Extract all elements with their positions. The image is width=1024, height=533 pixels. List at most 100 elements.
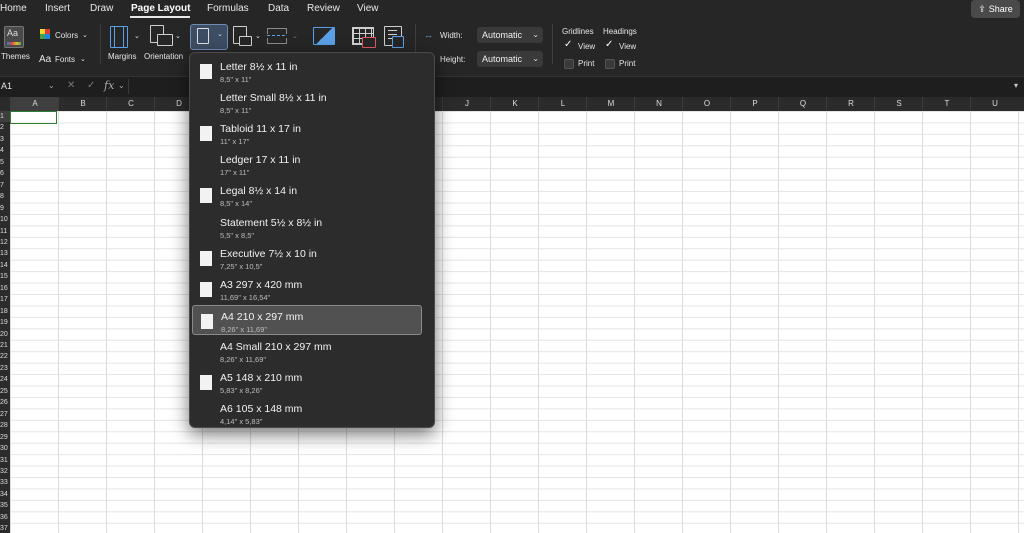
row-header-33[interactable]: 33 bbox=[0, 477, 10, 488]
row-header-13[interactable]: 13 bbox=[0, 248, 10, 259]
row-header-1[interactable]: 1 bbox=[0, 111, 10, 122]
expand-formula-bar-icon[interactable]: ▾ bbox=[1014, 81, 1018, 90]
column-header-u[interactable]: U bbox=[970, 97, 1019, 111]
row-header-9[interactable]: 9 bbox=[0, 203, 10, 214]
column-header-s[interactable]: S bbox=[874, 97, 923, 111]
tab-formulas[interactable]: Formulas bbox=[207, 3, 249, 14]
fonts-icon[interactable]: Aa bbox=[39, 54, 51, 65]
chevron-down-icon[interactable]: ⌄ bbox=[82, 31, 88, 39]
row-header-29[interactable]: 29 bbox=[0, 432, 10, 443]
column-header-c[interactable]: C bbox=[106, 97, 155, 111]
chevron-down-icon[interactable]: ⌄ bbox=[134, 32, 140, 40]
headings-view-checkbox[interactable]: ✓ bbox=[605, 39, 613, 50]
chevron-down-icon[interactable]: ⌄ bbox=[48, 81, 55, 90]
orientation-label[interactable]: Orientation bbox=[144, 52, 183, 61]
select-all-corner[interactable] bbox=[0, 97, 10, 111]
paper-size-option[interactable]: A4 210 x 297 mm 8,26" x 11,69" bbox=[192, 304, 422, 335]
tab-insert[interactable]: Insert bbox=[45, 3, 70, 14]
paper-size-option[interactable]: Letter Small 8½ x 11 in 8,5" x 11" bbox=[192, 87, 422, 117]
row-header-32[interactable]: 32 bbox=[0, 466, 10, 477]
height-select[interactable]: Automatic ⌄ bbox=[477, 51, 543, 67]
row-header-23[interactable]: 23 bbox=[0, 363, 10, 374]
row-header-28[interactable]: 28 bbox=[0, 420, 10, 431]
row-header-21[interactable]: 21 bbox=[0, 340, 10, 351]
row-header-2[interactable]: 2 bbox=[0, 122, 10, 133]
breaks-icon[interactable] bbox=[267, 28, 287, 44]
headings-print-checkbox[interactable] bbox=[605, 59, 615, 69]
fonts-label[interactable]: Fonts bbox=[55, 55, 75, 64]
insert-function-icon[interactable]: fx bbox=[104, 79, 114, 92]
row-header-37[interactable]: 37 bbox=[0, 523, 10, 533]
row-header-30[interactable]: 30 bbox=[0, 443, 10, 454]
row-header-11[interactable]: 11 bbox=[0, 226, 10, 237]
row-header-34[interactable]: 34 bbox=[0, 489, 10, 500]
column-header-k[interactable]: K bbox=[490, 97, 539, 111]
paper-size-option[interactable]: A4 Small 210 x 297 mm 8,26" x 11,69" bbox=[192, 336, 422, 366]
row-header-14[interactable]: 14 bbox=[0, 260, 10, 271]
row-header-22[interactable]: 22 bbox=[0, 351, 10, 362]
tab-review[interactable]: Review bbox=[307, 3, 340, 14]
column-header-m[interactable]: M bbox=[586, 97, 635, 111]
paper-size-option[interactable]: Legal 8½ x 14 in 8,5" x 14" bbox=[192, 180, 422, 210]
row-header-16[interactable]: 16 bbox=[0, 283, 10, 294]
row-header-12[interactable]: 12 bbox=[0, 237, 10, 248]
margins-icon[interactable] bbox=[110, 26, 128, 48]
name-box[interactable]: A1 bbox=[1, 81, 12, 91]
share-button[interactable]: ⇪ Share bbox=[971, 0, 1020, 18]
tab-draw[interactable]: Draw bbox=[90, 3, 113, 14]
worksheet-grid[interactable] bbox=[10, 111, 1024, 533]
paper-size-option[interactable]: Statement 5½ x 8½ in 5,5" x 8,5" bbox=[192, 212, 422, 242]
row-header-17[interactable]: 17 bbox=[0, 294, 10, 305]
margins-label[interactable]: Margins bbox=[108, 52, 136, 61]
column-header-a[interactable]: A bbox=[10, 97, 59, 111]
row-header-8[interactable]: 8 bbox=[0, 191, 10, 202]
column-header-n[interactable]: N bbox=[634, 97, 683, 111]
row-header-4[interactable]: 4 bbox=[0, 145, 10, 156]
paper-size-option[interactable]: A6 105 x 148 mm 4,14" x 5,83" bbox=[192, 398, 422, 427]
selected-cell-a1[interactable] bbox=[10, 111, 57, 124]
confirm-icon[interactable]: ✓ bbox=[87, 80, 95, 91]
chevron-down-icon[interactable]: ⌄ bbox=[118, 81, 125, 90]
column-header-r[interactable]: R bbox=[826, 97, 875, 111]
row-header-19[interactable]: 19 bbox=[0, 317, 10, 328]
width-select[interactable]: Automatic ⌄ bbox=[477, 27, 543, 43]
column-header-p[interactable]: P bbox=[730, 97, 779, 111]
tab-data[interactable]: Data bbox=[268, 3, 289, 14]
row-header-24[interactable]: 24 bbox=[0, 374, 10, 385]
row-header-15[interactable]: 15 bbox=[0, 271, 10, 282]
chevron-down-icon[interactable]: ⌄ bbox=[175, 32, 181, 40]
row-header-35[interactable]: 35 bbox=[0, 500, 10, 511]
column-header-o[interactable]: O bbox=[682, 97, 731, 111]
tab-view[interactable]: View bbox=[357, 3, 379, 14]
column-header-j[interactable]: J bbox=[442, 97, 491, 111]
colors-icon[interactable] bbox=[40, 29, 50, 39]
column-header-t[interactable]: T bbox=[922, 97, 971, 111]
row-header-5[interactable]: 5 bbox=[0, 157, 10, 168]
tab-home[interactable]: Home bbox=[0, 3, 27, 14]
row-header-25[interactable]: 25 bbox=[0, 386, 10, 397]
colors-label[interactable]: Colors bbox=[55, 31, 78, 40]
paper-size-option[interactable]: A5 148 x 210 mm 5,83" x 8,26" bbox=[192, 367, 422, 397]
row-header-31[interactable]: 31 bbox=[0, 455, 10, 466]
themes-icon[interactable]: Aa bbox=[4, 26, 24, 48]
gridlines-print-checkbox[interactable] bbox=[564, 59, 574, 69]
row-header-6[interactable]: 6 bbox=[0, 168, 10, 179]
column-header-q[interactable]: Q bbox=[778, 97, 827, 111]
background-image-icon[interactable] bbox=[313, 27, 335, 45]
gridlines-view-checkbox[interactable]: ✓ bbox=[564, 39, 572, 50]
paper-size-option[interactable]: Executive 7½ x 10 in 7,25" x 10,5" bbox=[192, 243, 422, 273]
paper-size-option[interactable]: A3 297 x 420 mm 11,69" x 16,54" bbox=[192, 274, 422, 304]
row-header-3[interactable]: 3 bbox=[0, 134, 10, 145]
chevron-down-icon[interactable]: ⌄ bbox=[80, 55, 86, 63]
cancel-icon[interactable]: ✕ bbox=[67, 80, 75, 91]
row-header-26[interactable]: 26 bbox=[0, 397, 10, 408]
paper-size-option[interactable]: Ledger 17 x 11 in 17" x 11" bbox=[192, 149, 422, 179]
column-header-l[interactable]: L bbox=[538, 97, 587, 111]
row-header-10[interactable]: 10 bbox=[0, 214, 10, 225]
column-header-b[interactable]: B bbox=[58, 97, 107, 111]
row-header-36[interactable]: 36 bbox=[0, 512, 10, 523]
row-header-20[interactable]: 20 bbox=[0, 329, 10, 340]
row-header-7[interactable]: 7 bbox=[0, 180, 10, 191]
row-header-18[interactable]: 18 bbox=[0, 306, 10, 317]
tab-page-layout[interactable]: Page Layout bbox=[131, 3, 190, 14]
